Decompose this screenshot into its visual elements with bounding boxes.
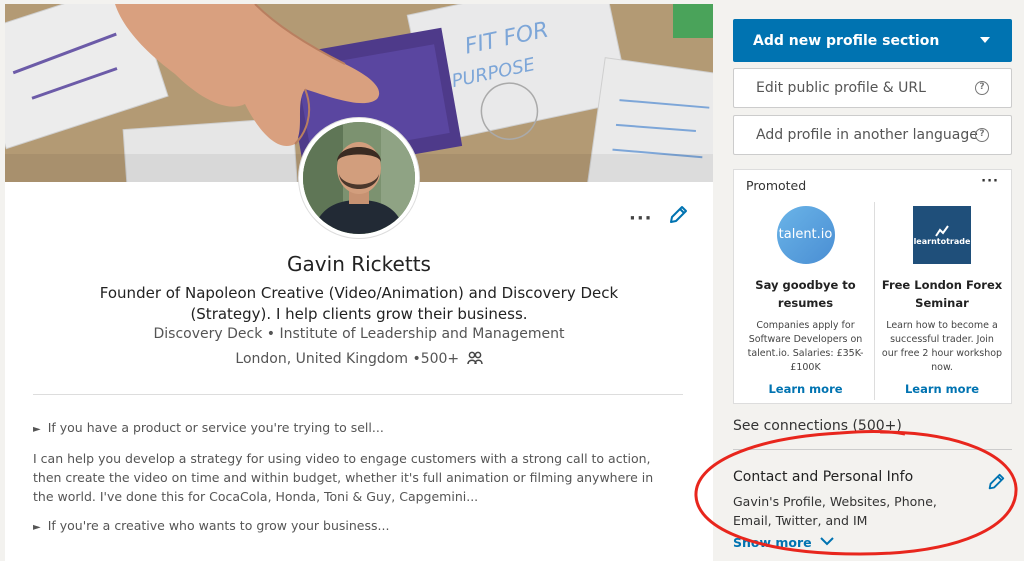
profile-photo-avatar[interactable] [299,118,419,238]
edit-contact-pencil-icon[interactable] [986,472,1006,492]
contact-info-title: Contact and Personal Info [733,469,914,485]
help-icon[interactable]: ? [975,81,989,95]
learn-more-link[interactable]: Learn more [875,382,1009,396]
promo-headline: Say goodbye to resumes [755,278,856,310]
profile-summary[interactable]: ► If you have a product or service you'r… [33,418,673,547]
edit-public-profile-button[interactable]: Edit public profile & URL ? [733,68,1012,108]
company-link[interactable]: Discovery Deck [154,326,263,342]
chevron-down-icon [980,37,990,43]
school-link[interactable]: Institute of Leadership and Management [280,326,565,342]
promo-headline: Free London Forex Seminar [881,278,1003,310]
talentio-logo: talent.io [776,206,835,264]
rail-divider [733,449,1012,450]
edit-profile-pencil-icon[interactable] [667,204,689,226]
add-profile-section-button[interactable]: Add new profile section [733,19,1012,62]
contact-info-summary: Gavin's Profile, Websites, Phone, Email,… [733,494,937,528]
profile-location-connections: London, United Kingdom •500+ [5,351,713,369]
promo-ad-talentio[interactable]: talent.io Say goodbye to resumes Compani… [738,202,873,400]
add-language-profile-button[interactable]: Add profile in another language ? [733,115,1012,155]
separator-dot: • [266,326,276,342]
promo-body: Companies apply for Software Developers … [747,320,864,373]
chevron-down-icon [820,537,834,546]
promoted-title: Promoted [746,178,807,193]
help-icon[interactable]: ? [975,128,989,142]
show-more-link[interactable]: Show more [733,535,834,550]
promo-body: Learn how to become a successful trader.… [881,320,1003,373]
profile-name: Gavin Ricketts [287,252,431,276]
add-profile-section-label: Add new profile section [753,32,940,49]
profile-headline: Founder of Napoleon Creative (Video/Anim… [99,284,619,323]
chart-logo-icon [935,224,949,237]
summary-paragraph: ► If you have a product or service you'r… [33,420,384,435]
see-connections-link[interactable]: See connections (500+) [733,418,902,434]
profile-card: FIT FOR PURPOSE ··· Gavin Ricketts Found… [5,4,713,561]
bullet-icon: ► [33,424,41,435]
profile-more-icon[interactable]: ··· [629,208,653,229]
location-text: London, United Kingdom [235,351,408,367]
learntotrade-logo: learntotrade [913,206,971,264]
promoted-more-icon[interactable]: ··· [981,174,999,189]
section-divider [33,394,683,395]
promoted-ads-panel: Promoted ··· talent.io Say goodbye to re… [733,169,1012,404]
promo-ad-learntotrade[interactable]: learntotrade Free London Forex Seminar L… [874,202,1009,400]
summary-paragraph: ► If you're a creative who wants to grow… [33,518,390,533]
edit-public-profile-label: Edit public profile & URL [756,80,926,96]
learn-more-link[interactable]: Learn more [738,382,873,396]
add-language-profile-label: Add profile in another language [756,127,978,143]
connections-count[interactable]: •500+ [412,351,459,367]
connections-icon [466,351,483,369]
bullet-icon: ► [33,522,41,533]
summary-paragraph: I can help you develop a strategy for us… [33,451,654,504]
profile-company-school: Discovery Deck • Institute of Leadership… [5,326,713,342]
